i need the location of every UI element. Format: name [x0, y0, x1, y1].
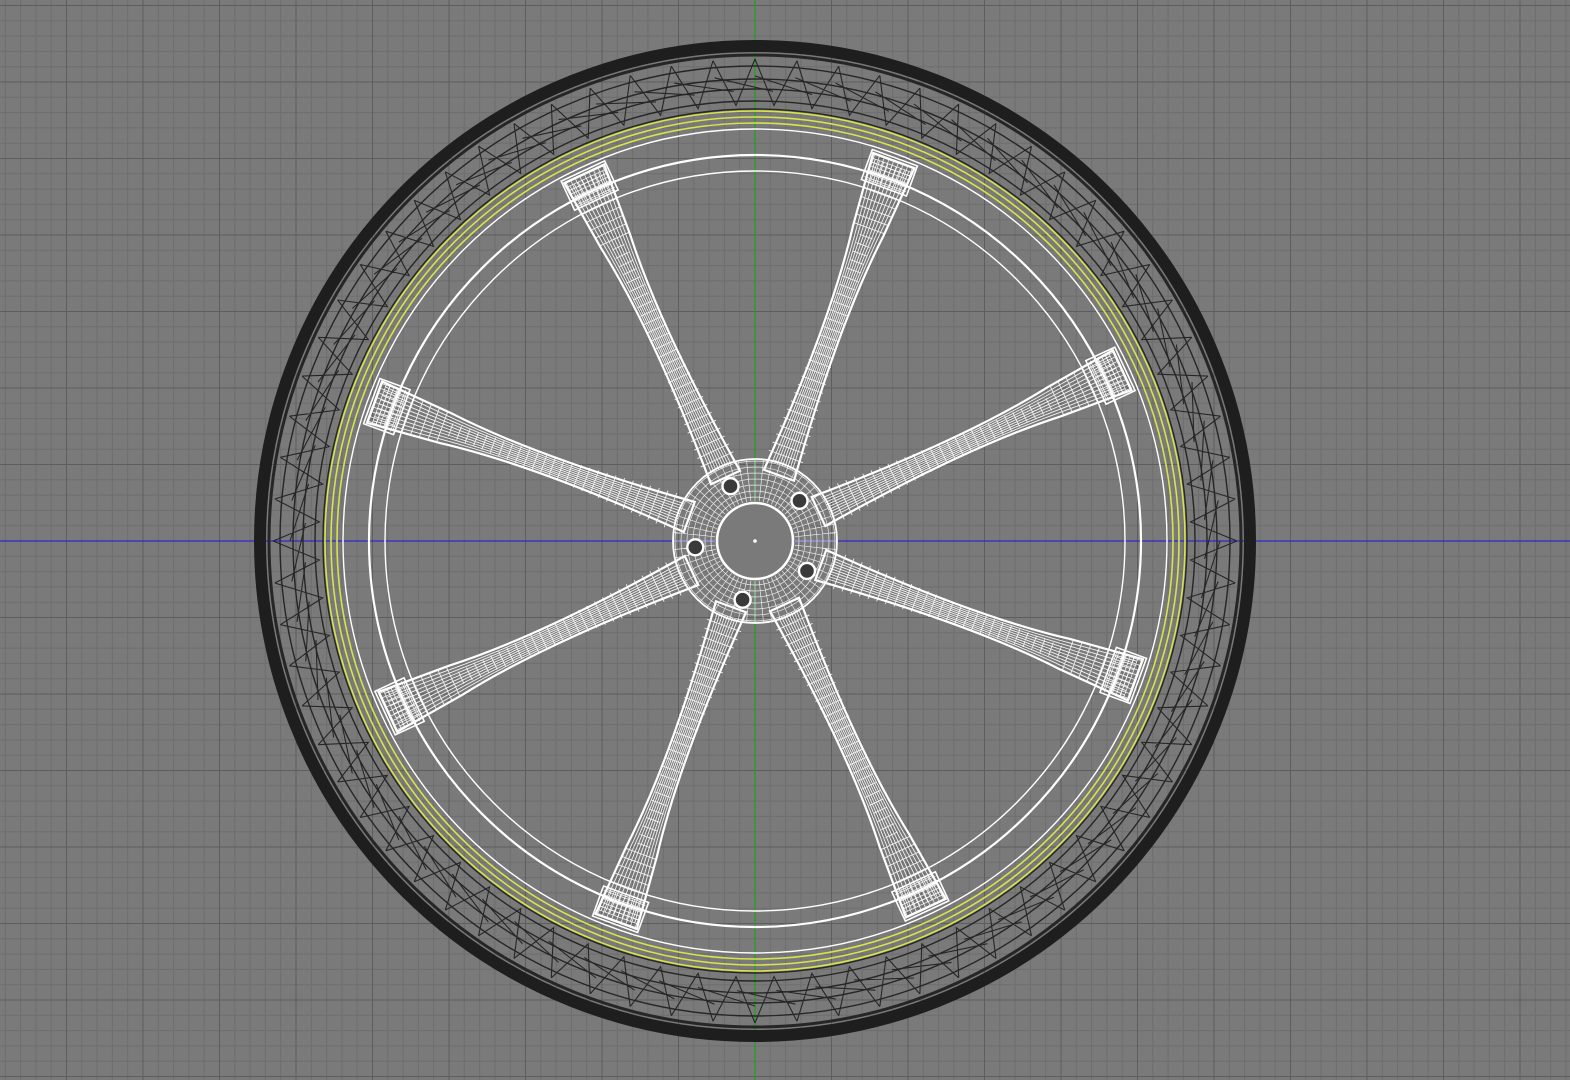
lug-nut-hole: [733, 590, 752, 609]
spoke-mesh: [568, 170, 734, 474]
spoke: [762, 148, 919, 483]
spoke: [362, 377, 697, 534]
spoke-mesh: [826, 554, 1138, 698]
spoke: [591, 599, 748, 934]
spoke-mesh: [384, 562, 688, 728]
spoke-mesh: [598, 612, 742, 924]
spoke-mesh: [822, 354, 1126, 520]
viewport-canvas[interactable]: [0, 0, 1570, 1080]
spoke-mesh: [372, 384, 684, 528]
hub-wireframe: [672, 458, 838, 624]
lug-nut-hole: [721, 477, 740, 496]
lug-nut-hole: [686, 538, 705, 557]
spoke-mesh: [768, 158, 912, 470]
3d-viewport[interactable]: [0, 0, 1570, 1080]
spoke: [813, 548, 1148, 705]
spoke-mesh: [776, 608, 942, 912]
lug-nut-hole: [790, 491, 809, 510]
lug-nut-hole: [797, 561, 817, 581]
hub-center-point: [753, 539, 757, 543]
